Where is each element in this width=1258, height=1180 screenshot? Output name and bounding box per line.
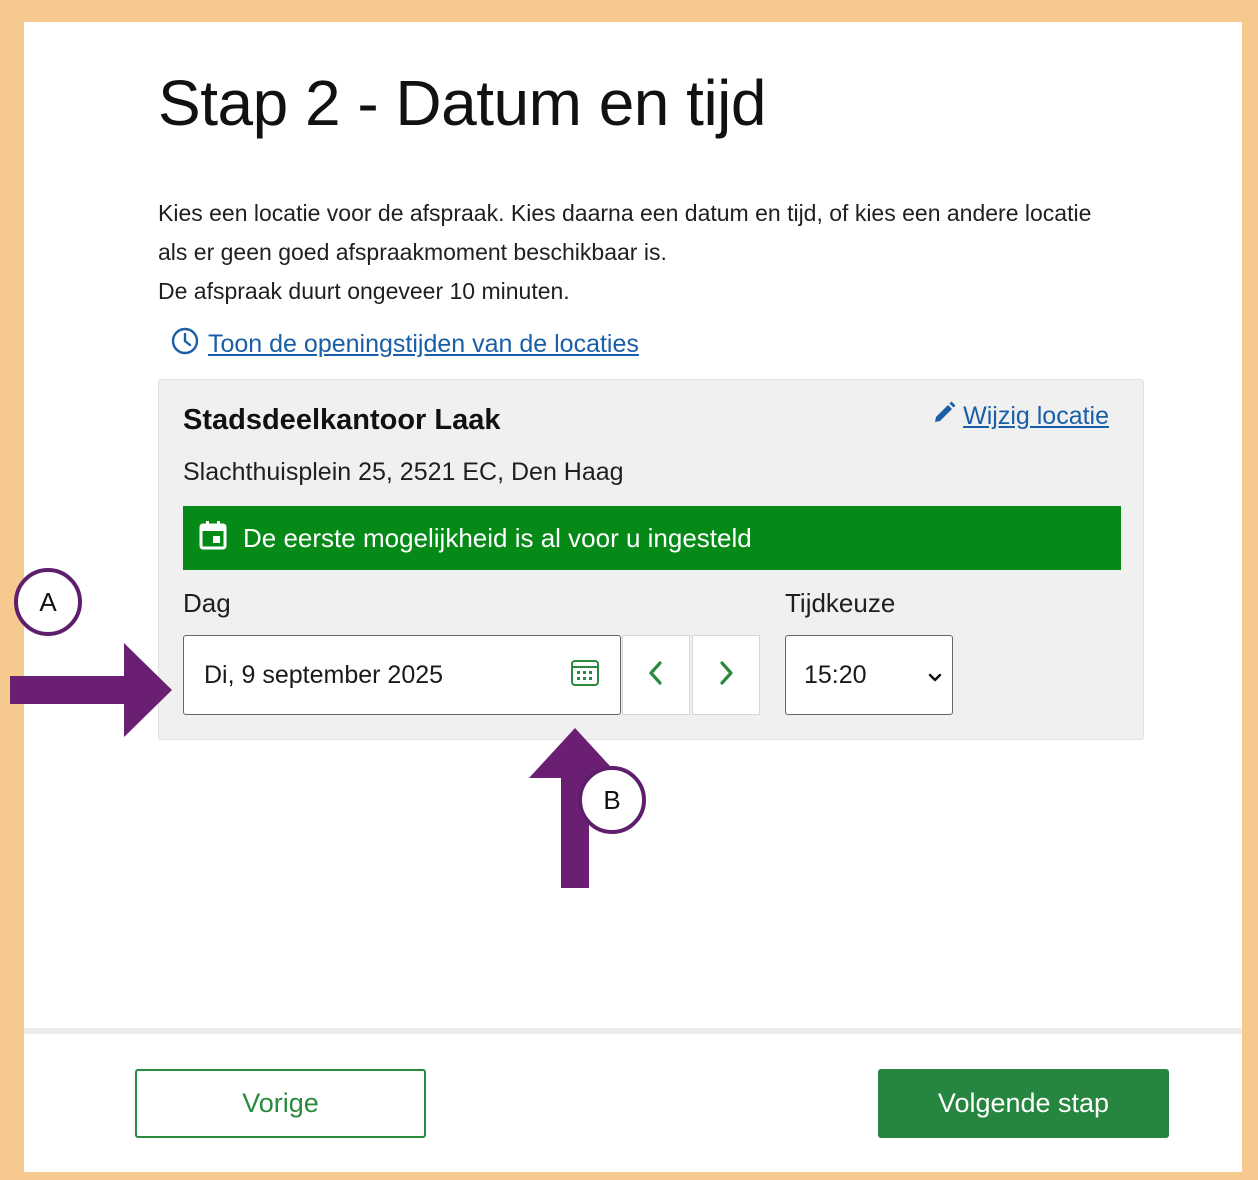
intro-text: Kies een locatie voor de afspraak. Kies … [158,194,1118,311]
chevron-right-icon [716,660,736,691]
previous-day-button[interactable] [622,635,690,715]
calendar-grid-icon[interactable] [570,657,600,694]
change-location-link[interactable]: Wijzig locatie [931,400,1109,433]
day-label: Dag [183,588,231,618]
time-select-value[interactable]: 15:20 [804,661,867,690]
calendar-icon [199,520,227,557]
date-input-value[interactable]: Di, 9 september 2025 [204,661,443,690]
next-step-button[interactable]: Volgende stap [878,1069,1169,1138]
chevron-left-icon [646,660,666,691]
next-day-button[interactable] [692,635,760,715]
clock-icon [170,326,200,363]
change-location-label[interactable]: Wijzig locatie [963,402,1109,431]
previous-button[interactable]: Vorige [135,1069,426,1138]
arrow-a-icon [10,643,172,737]
footer-divider [24,1028,1242,1034]
opening-hours-link[interactable]: Toon de openingstijden van de locaties [170,326,639,363]
first-option-notice: De eerste mogelijkheid is al voor u inge… [183,506,1121,570]
intro-line-2: De afspraak duurt ongeveer 10 minuten. [158,278,570,304]
opening-hours-link-label[interactable]: Toon de openingstijden van de locaties [208,330,639,359]
notice-text: De eerste mogelijkheid is al voor u inge… [243,522,752,553]
chevron-down-icon [928,661,942,690]
pencil-icon [931,400,957,433]
time-select[interactable]: 15:20 [785,635,953,715]
location-address: Slachthuisplein 25, 2521 EC, Den Haag [183,458,624,486]
time-label: Tijdkeuze [785,588,896,618]
location-panel: Stadsdeelkantoor Laak Wijzig locatie Sla… [158,379,1144,740]
annotation-marker-b: B [578,766,646,834]
intro-line-1: Kies een locatie voor de afspraak. Kies … [158,200,1092,265]
location-name: Stadsdeelkantoor Laak [183,404,501,436]
date-input[interactable]: Di, 9 september 2025 [183,635,621,715]
page-frame: Stap 2 - Datum en tijd Kies een locatie … [24,22,1242,1172]
annotation-marker-a: A [14,568,82,636]
page-title: Stap 2 - Datum en tijd [158,67,766,139]
